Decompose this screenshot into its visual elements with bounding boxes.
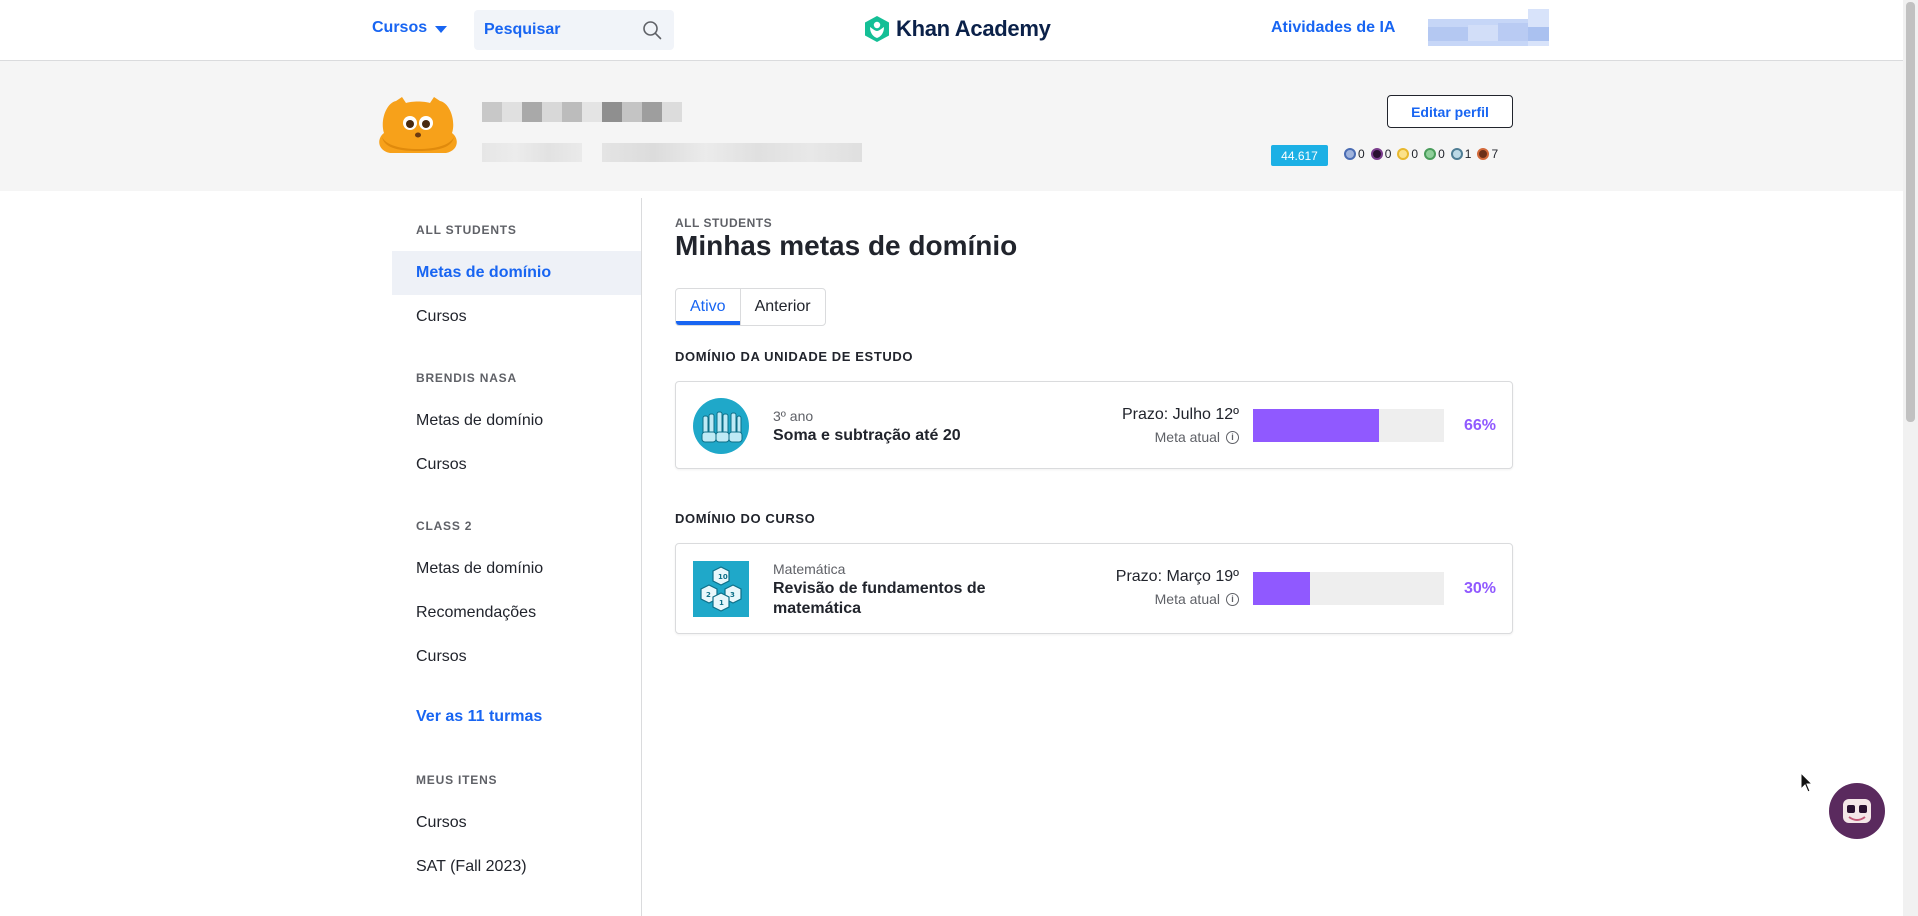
scrollbar-thumb[interactable] [1906,2,1915,422]
khan-academy-hexagon-icon [865,16,889,42]
course-mastery-heading: DOMÍNIO DO CURSO [675,511,816,526]
energy-points-badge: 44.617 [1271,145,1328,166]
challenge-patch-badge-icon [1344,148,1356,160]
sidebar-item-my-courses[interactable]: Cursos [392,801,641,845]
earth-badge[interactable]: 0 [1424,147,1445,161]
unit-mastery-heading: DOMÍNIO DA UNIDADE DE ESTUDO [675,349,914,364]
khan-academy-logo[interactable]: Khan Academy [864,15,1051,43]
khanmigo-icon [1843,799,1871,823]
goal-title[interactable]: Soma e subtração até 20 [773,426,1003,446]
goal-status-tabs: Ativo Anterior [675,288,826,326]
svg-text:1: 1 [719,599,724,607]
sidebar-item-all-students-mastery-goals[interactable]: Metas de domínio [392,251,641,295]
sidebar-section-my-items: MEUS ITENS [416,773,498,787]
fingers-counting-icon [693,398,749,454]
goal-card-course[interactable]: 10 2 3 1 Matemática Revisão de fundament… [675,543,1513,634]
badge-counts[interactable]: 0 0 0 0 1 7 [1344,147,1502,161]
svg-text:2: 2 [706,591,711,599]
profile-header: Editar perfil 44.617 0 0 0 0 1 7 [0,61,1903,191]
page-title: Minhas metas de domínio [675,230,1018,261]
current-goal-label: Meta atual i [1155,591,1239,607]
sidebar-item-class2-mastery-goals[interactable]: Metas de domínio [392,547,641,591]
sidebar-navigation: ALL STUDENTS Metas de domínio Cursos BRE… [392,198,642,916]
math-blocks-icon: 10 2 3 1 [693,561,749,617]
chevron-down-icon [435,25,448,33]
progress-percent: 30% [1463,580,1496,597]
progress-percent: 66% [1463,417,1496,434]
courses-menu-label: Cursos [372,19,428,36]
khanmigo-chat-button[interactable] [1829,783,1885,839]
courses-menu-button[interactable]: Cursos [372,19,448,37]
avatar [379,97,457,153]
sidebar-section-class-2: CLASS 2 [416,519,473,533]
user-name-redacted [482,102,682,122]
logo-text: Khan Academy [896,16,1051,41]
sidebar-section-brendis-nasa: BRENDIS NASA [416,371,517,385]
goal-subject: Matemática [773,561,846,577]
edit-profile-button[interactable]: Editar perfil [1387,95,1513,128]
goal-due-date: Prazo: Julho 12º [1121,406,1239,423]
sun-badge[interactable]: 0 [1397,147,1418,161]
current-goal-text: Meta atual [1154,429,1220,445]
sidebar-section-all-students: ALL STUDENTS [416,223,517,237]
svg-text:10: 10 [718,573,728,581]
see-all-classes-link[interactable]: Ver as 11 turmas [416,708,542,726]
moon-badge[interactable]: 1 [1450,147,1471,161]
ai-activities-link[interactable]: Atividades de IA [1271,19,1395,37]
meteorite-badge[interactable]: 7 [1477,147,1498,161]
user-details-redacted [482,143,862,162]
progress-bar [1253,572,1444,605]
search-box[interactable] [474,10,674,50]
black-hole-badge[interactable]: 0 [1370,147,1391,161]
black-hole-badge-icon [1370,148,1383,160]
goal-subject: 3º ano [773,408,814,424]
sidebar-item-class2-courses[interactable]: Cursos [392,635,641,679]
challenge-patch-badge[interactable]: 0 [1344,147,1365,161]
tab-active[interactable]: Ativo [676,289,741,325]
tab-previous[interactable]: Anterior [741,289,825,325]
earth-badge-icon [1424,148,1437,160]
search-input[interactable] [484,10,634,50]
info-icon[interactable]: i [1226,592,1239,606]
progress-bar-fill [1253,572,1311,605]
goal-title[interactable]: Revisão de fundamentos de matemática [773,579,1003,619]
current-goal-text: Meta atual [1154,591,1220,607]
progress-bar-fill [1253,409,1380,442]
meteorite-badge-icon [1477,148,1490,160]
search-icon[interactable] [642,20,662,40]
sidebar-item-class2-recommendations[interactable]: Recomendações [392,591,641,635]
sidebar-item-sat-fall-2023[interactable]: SAT (Fall 2023) [392,845,641,889]
page-eyebrow: ALL STUDENTS [675,216,773,230]
goal-card-unit[interactable]: 3º ano Soma e subtração até 20 Prazo: Ju… [675,381,1513,469]
sidebar-item-all-students-courses[interactable]: Cursos [392,295,641,339]
goal-due-date: Prazo: Março 19º [1115,568,1239,585]
current-goal-label: Meta atual i [1155,429,1239,445]
progress-bar [1253,409,1444,442]
user-menu-avatar-redacted[interactable] [1428,9,1549,46]
sidebar-item-brendis-courses[interactable]: Cursos [392,443,641,487]
moon-badge-icon [1450,148,1463,160]
info-icon[interactable]: i [1226,430,1239,444]
svg-text:3: 3 [730,591,735,599]
sidebar-item-brendis-mastery-goals[interactable]: Metas de domínio [392,399,641,443]
top-navigation-bar: Cursos Khan Academy Atividades de IA [0,0,1903,61]
sun-badge-icon [1397,148,1410,160]
mouse-cursor-icon [1800,772,1814,793]
page-scrollbar[interactable] [1903,0,1918,916]
